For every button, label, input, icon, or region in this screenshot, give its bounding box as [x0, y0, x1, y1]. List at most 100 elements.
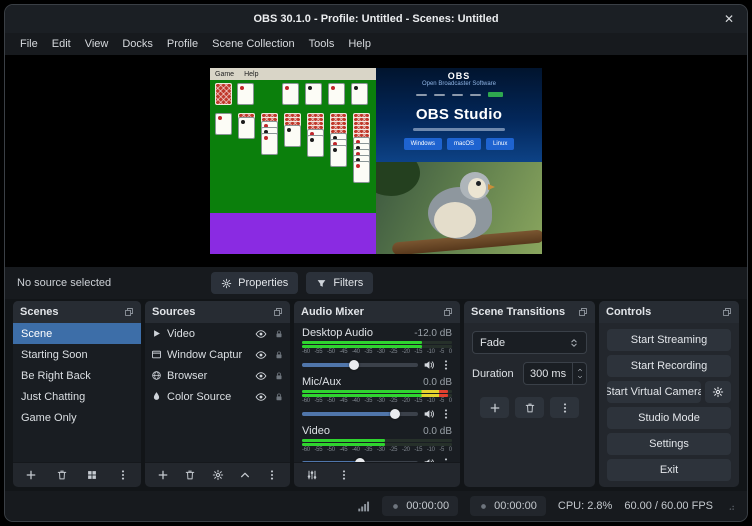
volume-slider-handle[interactable]: [390, 409, 400, 419]
start-virtual-camera-button[interactable]: Start Virtual Camera: [607, 381, 701, 403]
mixer-menu-button[interactable]: [336, 467, 352, 483]
site-nav: [376, 91, 542, 98]
source-item[interactable]: Video: [145, 323, 290, 344]
popout-icon[interactable]: [722, 307, 732, 317]
volume-slider[interactable]: [302, 412, 418, 416]
popout-icon[interactable]: [124, 307, 134, 317]
transition-menu-button[interactable]: [550, 397, 579, 418]
volume-slider-handle[interactable]: [355, 458, 365, 462]
spin-up-icon[interactable]: [576, 367, 584, 373]
add-transition-button[interactable]: [480, 397, 509, 418]
move-source-up-button[interactable]: [237, 467, 253, 483]
eye-icon[interactable]: [255, 391, 267, 403]
remove-source-button[interactable]: [182, 467, 198, 483]
resize-grip-icon[interactable]: [725, 501, 735, 511]
popout-icon[interactable]: [443, 307, 453, 317]
scenes-menu-button[interactable]: [115, 467, 131, 483]
audio-mixer-header: Audio Mixer: [294, 301, 460, 323]
menu-scene-collection[interactable]: Scene Collection: [205, 36, 302, 52]
scene-item[interactable]: Starting Soon: [13, 344, 141, 365]
menu-profile[interactable]: Profile: [160, 36, 205, 52]
spin-down-icon[interactable]: [576, 374, 584, 380]
color-icon: [151, 391, 162, 402]
lock-icon[interactable]: [274, 350, 284, 360]
exit-button[interactable]: Exit: [607, 459, 731, 481]
audio-meter-fill: [302, 394, 448, 397]
source-item[interactable]: Color Source: [145, 386, 290, 407]
gear-icon: [221, 278, 232, 289]
lock-icon[interactable]: [274, 371, 284, 381]
transition-select[interactable]: Fade: [472, 331, 587, 354]
advanced-audio-button[interactable]: [304, 467, 320, 483]
volume-slider[interactable]: [302, 363, 418, 367]
mixer-toolbar: [294, 462, 460, 487]
lock-icon[interactable]: [274, 392, 284, 402]
controls-dock: Controls Start StreamingStart RecordingS…: [599, 301, 739, 487]
source-item[interactable]: Browser: [145, 365, 290, 386]
add-scene-button[interactable]: [23, 467, 39, 483]
kebab-icon: [338, 469, 350, 481]
preview-area[interactable]: GameHelp OBS Open Broadcaster Software: [5, 55, 747, 267]
site-tagline: Open Broadcaster Software: [376, 81, 542, 87]
sources-toolbar: [145, 462, 290, 487]
funnel-icon: [316, 278, 327, 289]
source-item[interactable]: Window Captur: [145, 344, 290, 365]
settings-button[interactable]: Settings: [607, 433, 731, 455]
scenes-dock: Scenes SceneStarting SoonBe Right BackJu…: [13, 301, 141, 487]
duration-value: 300 ms: [524, 368, 572, 380]
transitions-toolbar: [472, 397, 587, 418]
menu-file[interactable]: File: [13, 36, 45, 52]
scene-item[interactable]: Game Only: [13, 407, 141, 428]
close-button[interactable]: ✕: [724, 5, 734, 33]
scene-grid-mode-button[interactable]: [84, 467, 100, 483]
audio-mixer-title: Audio Mixer: [301, 306, 364, 318]
properties-button[interactable]: Properties: [211, 272, 298, 294]
remove-scene-button[interactable]: [54, 467, 70, 483]
plus-icon: [489, 402, 501, 414]
eye-icon[interactable]: [255, 328, 267, 340]
menu-docks[interactable]: Docks: [115, 36, 160, 52]
window-capture-solitaire: GameHelp: [210, 68, 376, 213]
eye-icon[interactable]: [255, 370, 267, 382]
filters-button[interactable]: Filters: [306, 272, 373, 294]
sliders-icon: [306, 469, 318, 481]
scene-item[interactable]: Just Chatting: [13, 386, 141, 407]
popout-icon[interactable]: [578, 307, 588, 317]
scene-item[interactable]: Scene: [13, 323, 141, 344]
window-title: OBS 30.1.0 - Profile: Untitled - Scenes:…: [253, 13, 498, 25]
scene-item[interactable]: Be Right Back: [13, 365, 141, 386]
audio-meter-bar: [302, 345, 452, 348]
remove-transition-button[interactable]: [515, 397, 544, 418]
volume-slider-handle[interactable]: [349, 360, 359, 370]
start-streaming-button[interactable]: Start Streaming: [607, 329, 731, 351]
virtual-camera-settings-button[interactable]: [705, 381, 731, 403]
chevron-up-icon: [239, 469, 251, 481]
card-back: [215, 83, 232, 105]
menu-help[interactable]: Help: [341, 36, 378, 52]
speaker-icon[interactable]: [423, 359, 435, 371]
volume-slider[interactable]: [302, 461, 418, 462]
media-icon: [151, 328, 162, 339]
studio-mode-button[interactable]: Studio Mode: [607, 407, 731, 429]
mixer-channel: Desktop Audio-12.0 dB-60-55-50-45-40-35-…: [294, 325, 460, 374]
volume-slider-row: [294, 454, 460, 462]
eye-icon[interactable]: [255, 349, 267, 361]
lock-icon[interactable]: [274, 329, 284, 339]
popout-icon[interactable]: [273, 307, 283, 317]
duration-spinbox[interactable]: 300 ms: [523, 362, 587, 385]
menu-view[interactable]: View: [78, 36, 116, 52]
duration-spin-arrows: [572, 363, 586, 384]
card-face: [282, 83, 299, 105]
solitaire-menu-game: Game: [215, 71, 234, 78]
source-toolbar: No source selected Properties Filters: [5, 267, 747, 299]
menu-tools[interactable]: Tools: [302, 36, 342, 52]
card-face: [215, 113, 232, 135]
start-recording-button[interactable]: Start Recording: [607, 355, 731, 377]
add-source-button[interactable]: [155, 467, 171, 483]
kebab-icon[interactable]: [440, 408, 452, 420]
kebab-icon[interactable]: [440, 359, 452, 371]
menu-edit[interactable]: Edit: [45, 36, 78, 52]
speaker-icon[interactable]: [423, 408, 435, 420]
sources-menu-button[interactable]: [264, 467, 280, 483]
source-properties-button[interactable]: [210, 467, 226, 483]
